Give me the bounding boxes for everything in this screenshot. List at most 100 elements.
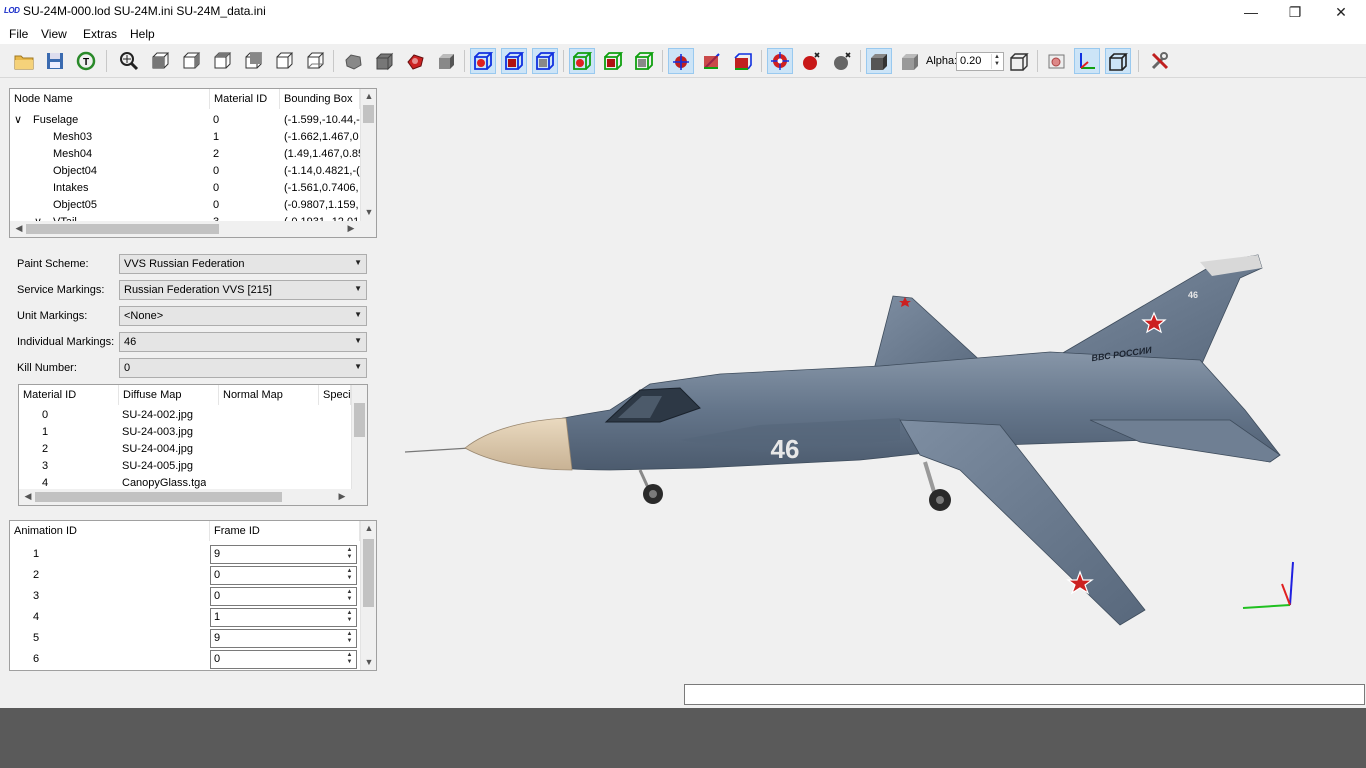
column-header-node-name[interactable]: Node Name — [10, 89, 210, 109]
spin-arrows-icon[interactable]: ▲ ▼ — [344, 652, 355, 667]
view-bottom-icon[interactable] — [302, 48, 328, 74]
blue-cube-red-icon[interactable] — [470, 48, 496, 74]
kill-number-select[interactable]: 0 ▼ — [119, 358, 367, 378]
column-header-animation-id[interactable]: Animation ID — [10, 521, 210, 541]
material-row[interactable]: 4 CanopyGlass.tga — [19, 475, 351, 489]
menu-help[interactable]: Help — [130, 27, 155, 41]
restore-button[interactable]: ❐ — [1272, 0, 1318, 24]
translucent-cube-icon[interactable] — [897, 48, 923, 74]
alpha-spinbox[interactable]: 0.20 ▲ ▼ — [956, 52, 1004, 71]
scroll-right-icon[interactable]: ▶ — [335, 491, 349, 502]
scroll-left-icon[interactable]: ◀ — [21, 491, 35, 502]
column-header-material-id[interactable]: Material ID — [19, 385, 119, 405]
materials-vertical-scrollbar[interactable] — [351, 385, 367, 489]
view-front-icon[interactable] — [147, 48, 173, 74]
background-icon[interactable] — [1043, 48, 1069, 74]
axes-icon[interactable] — [1074, 48, 1100, 74]
blue-cube-gray-icon[interactable] — [532, 48, 558, 74]
toolbar: T Alpha: 0.20 ▲ ▼ — [0, 44, 1366, 78]
bbox-wire-icon[interactable] — [1105, 48, 1131, 74]
animation-vertical-scrollbar[interactable]: ▲ ▼ — [360, 521, 376, 670]
menu-view[interactable]: View — [41, 27, 67, 41]
scroll-thumb[interactable] — [363, 539, 374, 607]
minimize-button[interactable]: — — [1228, 0, 1274, 24]
save-icon[interactable] — [42, 48, 68, 74]
node-bbox: (-1.662,1.467,0 — [284, 131, 359, 143]
tools-icon[interactable] — [1147, 48, 1173, 74]
chevron-down-icon: ▼ — [354, 284, 362, 293]
solid-cube-icon[interactable] — [371, 48, 397, 74]
column-header-bounding-box[interactable]: Bounding Box — [280, 89, 360, 109]
green-cube-solid-icon[interactable] — [600, 48, 626, 74]
menu-extras[interactable]: Extras — [83, 27, 117, 41]
green-cube-red-icon[interactable] — [569, 48, 595, 74]
mesh-select-icon[interactable] — [668, 48, 694, 74]
gray-sphere-light-icon[interactable] — [829, 48, 855, 74]
tree-vertical-scrollbar[interactable]: ▲ ▼ — [360, 89, 376, 221]
column-header-frame-id[interactable]: Frame ID — [210, 521, 360, 541]
scroll-down-icon[interactable]: ▼ — [362, 207, 376, 217]
view-right-icon[interactable] — [240, 48, 266, 74]
frame-id-spinbox[interactable]: 0 ▲ ▼ — [210, 566, 357, 585]
reload-icon[interactable]: T — [73, 48, 99, 74]
3d-viewport[interactable]: 46 46 ВВС РОССИИ — [383, 86, 1366, 684]
frame-id-spinbox[interactable]: 9 ▲ ▼ — [210, 545, 357, 564]
status-field[interactable] — [684, 684, 1365, 705]
scroll-up-icon[interactable]: ▲ — [362, 91, 376, 101]
view-back-icon[interactable] — [178, 48, 204, 74]
spin-arrows-icon[interactable]: ▲ ▼ — [344, 547, 355, 562]
scroll-up-icon[interactable]: ▲ — [362, 523, 376, 533]
frame-id-spinbox[interactable]: 0 ▲ ▼ — [210, 650, 357, 669]
spin-arrows-icon[interactable]: ▲ ▼ — [344, 589, 355, 604]
materials-horizontal-scrollbar[interactable]: ◀ ▶ — [19, 489, 367, 505]
frame-id-value: 0 — [214, 569, 221, 581]
individual-markings-select[interactable]: 46 ▼ — [119, 332, 367, 352]
close-button[interactable]: ✕ — [1318, 0, 1364, 24]
scroll-down-icon[interactable]: ▼ — [362, 657, 376, 667]
spin-arrows-icon[interactable]: ▲ ▼ — [344, 568, 355, 583]
shaded-rock-icon[interactable] — [340, 48, 366, 74]
light-target-icon[interactable] — [767, 48, 793, 74]
unit-markings-value: <None> — [124, 310, 164, 322]
node-material-id: 0 — [213, 165, 220, 177]
bounding-box-icon[interactable] — [730, 48, 756, 74]
column-header-diffuse-map[interactable]: Diffuse Map — [119, 385, 219, 405]
opaque-cube-icon[interactable] — [866, 48, 892, 74]
tree-horizontal-scrollbar[interactable]: ◀ ▶ — [10, 221, 376, 237]
paint-scheme-select[interactable]: VVS Russian Federation ▼ — [119, 254, 367, 274]
scroll-thumb[interactable] — [354, 403, 365, 437]
service-markings-select[interactable]: Russian Federation VVS [215] ▼ — [119, 280, 367, 300]
blue-cube-solid-icon[interactable] — [501, 48, 527, 74]
wireframe-cube-icon[interactable] — [1006, 48, 1032, 74]
scroll-thumb[interactable] — [26, 224, 219, 234]
expander-icon[interactable]: ∨ — [14, 112, 28, 129]
scroll-left-icon[interactable]: ◀ — [12, 223, 26, 234]
menu-bar: File View Extras Help — [0, 24, 1366, 44]
node-material-id: 0 — [213, 182, 220, 194]
open-folder-icon[interactable] — [11, 48, 37, 74]
frame-id-spinbox[interactable]: 1 ▲ ▼ — [210, 608, 357, 627]
column-header-specular-map[interactable]: Speci — [319, 385, 351, 405]
zoom-fit-icon[interactable] — [116, 48, 142, 74]
normals-icon[interactable] — [699, 48, 725, 74]
spin-arrows-icon[interactable]: ▲ ▼ — [344, 610, 355, 625]
scroll-thumb[interactable] — [35, 492, 282, 502]
menu-file[interactable]: File — [9, 27, 28, 41]
textured-red-icon[interactable] — [402, 48, 428, 74]
column-header-material-id[interactable]: Material ID — [210, 89, 280, 109]
frame-id-spinbox[interactable]: 9 ▲ ▼ — [210, 629, 357, 648]
spin-arrows-icon[interactable]: ▲ ▼ — [344, 631, 355, 646]
scroll-right-icon[interactable]: ▶ — [344, 223, 358, 234]
view-top-icon[interactable] — [271, 48, 297, 74]
scroll-thumb[interactable] — [363, 105, 374, 123]
frame-id-spinbox[interactable]: 0 ▲ ▼ — [210, 587, 357, 606]
shaded-cube-icon[interactable] — [433, 48, 459, 74]
spin-arrows-icon[interactable]: ▲ ▼ — [991, 54, 1002, 69]
green-cube-gray-icon[interactable] — [631, 48, 657, 74]
view-left-icon[interactable] — [209, 48, 235, 74]
red-sphere-light-icon[interactable] — [798, 48, 824, 74]
unit-markings-select[interactable]: <None> ▼ — [119, 306, 367, 326]
material-id: 1 — [42, 426, 49, 438]
animation-id: 1 — [33, 548, 40, 560]
column-header-normal-map[interactable]: Normal Map — [219, 385, 319, 405]
